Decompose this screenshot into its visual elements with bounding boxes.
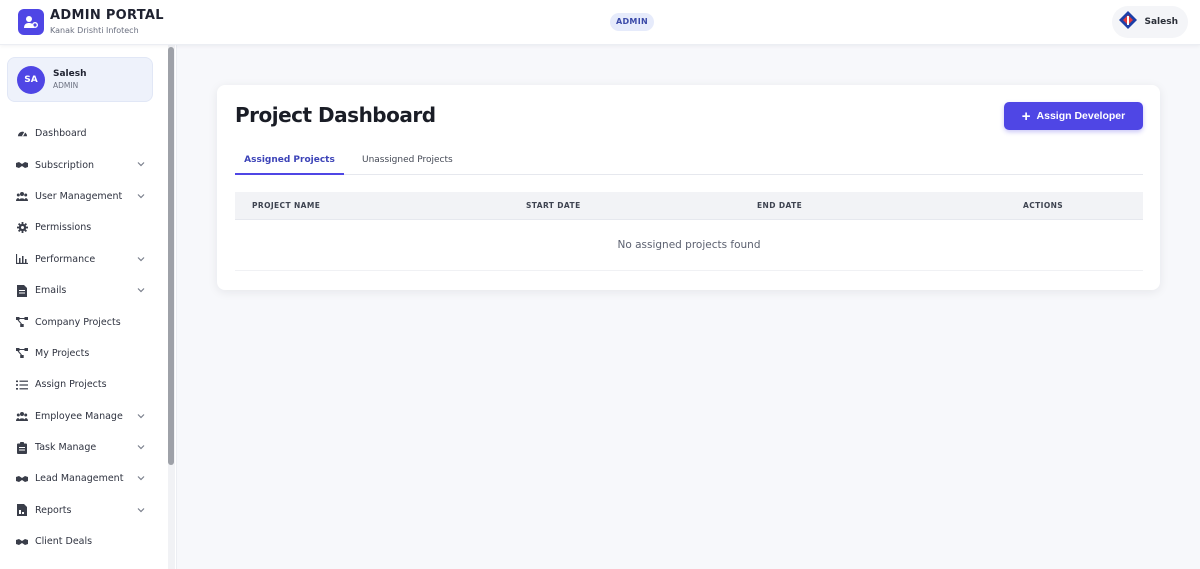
role-badge: ADMIN [610,13,654,31]
gear-icon [16,222,28,234]
plus-icon: + [1021,107,1031,125]
app-title: ADMIN PORTAL [50,8,164,23]
sidebar-item-client-deals[interactable]: Client Deals [0,526,160,557]
sidebar-item-reports[interactable]: Reports [0,495,160,526]
sidebar-item-company-projects[interactable]: Company Projects [0,306,160,337]
sidebar-item-user-management[interactable]: User Management [0,181,160,212]
empty-table-message: No assigned projects found [617,239,761,251]
tab-unassigned-projects[interactable]: Unassigned Projects [362,152,453,175]
sidebar-item-performance[interactable]: Performance [0,244,160,275]
user-menu[interactable]: Salesh [1112,6,1188,38]
sidebar-item-my-projects[interactable]: My Projects [0,338,160,369]
brand[interactable]: ADMIN PORTAL Kanak Drishti Infotech [0,8,300,36]
sidebar-item-label: Performance [35,253,96,265]
file-icon [16,284,28,297]
clipboard-icon [16,441,28,454]
page-title: Project Dashboard [235,103,436,127]
sidebar-item-subscription[interactable]: Subscription [0,149,160,180]
list-check-icon [16,379,28,391]
sidebar-item-label: Client Deals [35,536,93,548]
sidebar: SA Salesh ADMIN Dashboard Subscription U… [0,45,177,569]
sidebar-item-label: Lead Management [35,473,124,485]
header-user-name: Salesh [1144,17,1178,27]
sidebar-item-emails[interactable]: Emails [0,275,160,306]
avatar: SA [17,65,45,94]
column-project-name[interactable]: PROJECT NAME [252,192,320,220]
users-icon [16,190,28,202]
company-logo-icon [1118,10,1138,34]
sidebar-scrollbar-thumb[interactable] [168,47,174,465]
top-header: ADMIN PORTAL Kanak Drishti Infotech ADMI… [0,0,1200,45]
sidebar-item-label: Permissions [35,222,92,234]
gauge-icon [16,128,28,140]
file-invoice-icon [16,504,28,517]
chevron-down-icon[interactable] [136,505,146,515]
table-divider [235,270,1143,271]
sidebar-item-label: Employee Manage [35,410,123,422]
sidebar-item-dashboard[interactable]: Dashboard [0,118,160,149]
sidebar-item-label: Emails [35,285,67,297]
assign-developer-label: Assign Developer [1036,110,1126,122]
users-icon [16,410,28,422]
sidebar-item-label: Task Manage [35,442,97,454]
sidebar-item-label: Reports [35,504,72,516]
sidebar-item-label: Assign Projects [35,379,107,391]
table-header: PROJECT NAME START DATE END DATE ACTIONS [235,192,1143,220]
sidebar-profile[interactable]: SA Salesh ADMIN [7,57,153,102]
handshake-icon [16,159,28,171]
column-start-date[interactable]: START DATE [526,192,581,220]
sidebar-item-label: Dashboard [35,128,87,140]
chevron-down-icon[interactable] [136,411,146,421]
assign-developer-button[interactable]: + Assign Developer [1004,102,1143,130]
sidebar-item-label: Company Projects [35,316,121,328]
chart-line-icon [16,253,28,265]
profile-name: Salesh [53,69,87,79]
sidebar-item-permissions[interactable]: Permissions [0,212,160,243]
profile-role: ADMIN [53,81,79,90]
user-gear-icon [18,9,44,35]
chevron-down-icon[interactable] [136,159,146,169]
sidebar-item-assign-projects[interactable]: Assign Projects [0,369,160,400]
project-dashboard-card: Project Dashboard + Assign Developer Ass… [217,85,1160,290]
sidebar-nav: Dashboard Subscription User Management P… [0,118,160,557]
sidebar-item-employee-manage[interactable]: Employee Manage [0,401,160,432]
sidebar-item-label: User Management [35,190,123,202]
sidebar-item-label: Subscription [35,159,95,171]
diagram-icon [16,347,28,359]
chevron-down-icon[interactable] [136,191,146,201]
sidebar-item-lead-management[interactable]: Lead Management [0,463,160,494]
project-tabs: Assigned Projects Unassigned Projects [235,152,1143,175]
tab-assigned-projects[interactable]: Assigned Projects [235,152,344,175]
column-actions: ACTIONS [1023,201,1064,210]
sidebar-item-label: My Projects [35,347,90,359]
column-end-date[interactable]: END DATE [757,192,802,220]
company-name: Kanak Drishti Infotech [50,26,139,35]
handshake-icon [16,473,28,485]
chevron-down-icon[interactable] [136,254,146,264]
handshake-icon [16,536,28,548]
diagram-icon [16,316,28,328]
chevron-down-icon[interactable] [136,473,146,483]
chevron-down-icon[interactable] [136,285,146,295]
sidebar-item-task-manage[interactable]: Task Manage [0,432,160,463]
chevron-down-icon[interactable] [136,442,146,452]
